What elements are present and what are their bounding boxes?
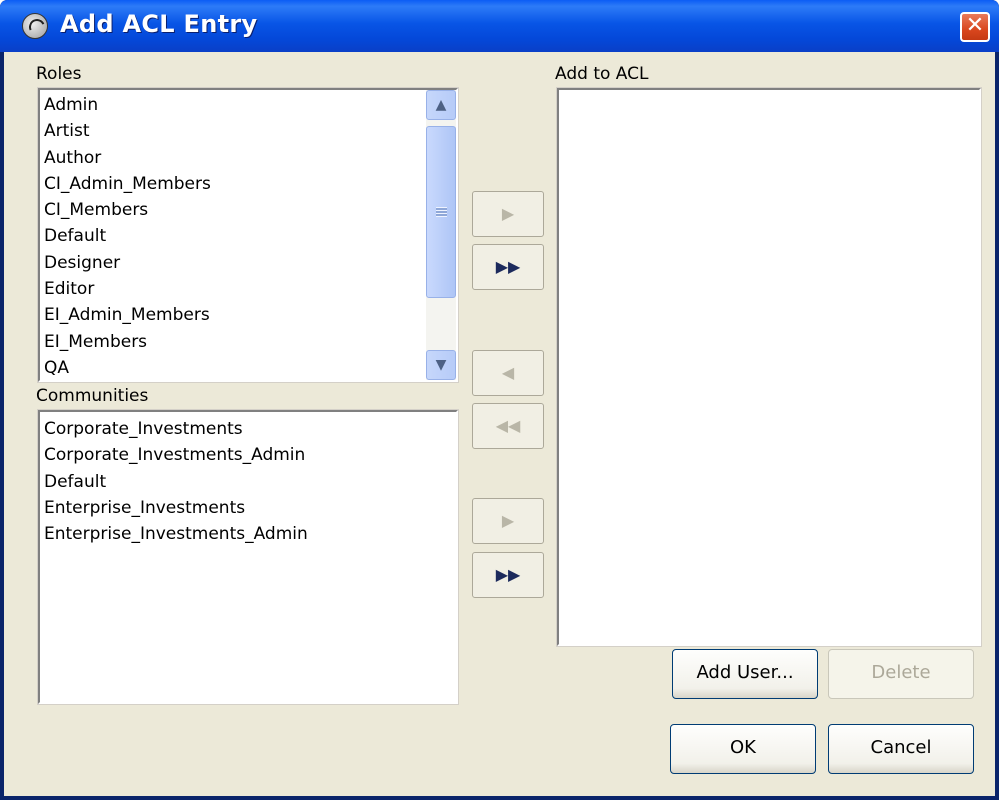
acl-listbox[interactable] bbox=[556, 87, 982, 647]
add-user-button[interactable]: Add User... bbox=[672, 649, 818, 699]
role-list-item[interactable]: Admin bbox=[40, 92, 428, 118]
title-bar[interactable]: Add ACL Entry ✕ bbox=[0, 0, 999, 52]
acl-label: Add to ACL bbox=[555, 64, 649, 84]
communities-label: Communities bbox=[36, 386, 149, 406]
ok-button[interactable]: OK bbox=[670, 724, 816, 774]
community-list-item[interactable]: Enterprise_Investments_Admin bbox=[40, 521, 450, 547]
role-list-item[interactable]: Designer bbox=[40, 250, 428, 276]
role-list-item[interactable]: EI_Members bbox=[40, 329, 428, 355]
role-list-item[interactable]: Artist bbox=[40, 118, 428, 144]
role-list-item[interactable]: Editor bbox=[40, 276, 428, 302]
community-list-item[interactable]: Corporate_Investments bbox=[40, 416, 450, 442]
role-list-item[interactable]: Default bbox=[40, 223, 428, 249]
role-list-item[interactable]: QA bbox=[40, 355, 428, 381]
scroll-thumb[interactable] bbox=[426, 126, 456, 298]
add-acl-entry-dialog: Add ACL Entry ✕ Roles Admin Artist Author C… bbox=[0, 0, 999, 800]
role-list-item[interactable]: EI_Admin_Members bbox=[40, 302, 428, 328]
close-button[interactable]: ✕ bbox=[960, 12, 990, 42]
roles-scrollbar[interactable]: ▲ ▼ bbox=[426, 90, 456, 380]
dialog-body: Roles Admin Artist Author CI_Admin_Members C… bbox=[4, 52, 995, 796]
community-list-item[interactable]: Enterprise_Investments bbox=[40, 495, 450, 521]
remove-all-button[interactable]: ◀◀ bbox=[472, 403, 544, 449]
remove-button[interactable]: ◀ bbox=[472, 350, 544, 396]
scroll-down-button[interactable]: ▼ bbox=[426, 350, 456, 380]
role-list-item[interactable]: Author bbox=[40, 145, 428, 171]
community-list-item[interactable]: Default bbox=[40, 469, 450, 495]
roles-label: Roles bbox=[36, 64, 82, 84]
add-community-button[interactable]: ▶ bbox=[472, 498, 544, 544]
roles-listbox[interactable]: Admin Artist Author CI_Admin_Members CI_Memb… bbox=[37, 87, 459, 383]
role-list-item[interactable]: CI_Admin_Members bbox=[40, 171, 428, 197]
add-role-button[interactable]: ▶ bbox=[472, 191, 544, 237]
community-list-item[interactable]: Corporate_Investments_Admin bbox=[40, 442, 450, 468]
app-logo-icon bbox=[22, 13, 48, 39]
window-title: Add ACL Entry bbox=[60, 10, 258, 38]
scroll-up-button[interactable]: ▲ bbox=[426, 90, 456, 120]
role-list-item[interactable]: CI_Members bbox=[40, 197, 428, 223]
scroll-grip-icon bbox=[436, 207, 447, 217]
roles-list: Admin Artist Author CI_Admin_Members CI_Memb… bbox=[40, 92, 428, 381]
add-all-communities-button[interactable]: ▶▶ bbox=[472, 552, 544, 598]
add-all-roles-button[interactable]: ▶▶ bbox=[472, 244, 544, 290]
delete-button[interactable]: Delete bbox=[828, 649, 974, 699]
communities-list: Corporate_Investments Corporate_Investmen… bbox=[40, 416, 450, 547]
communities-listbox[interactable]: Corporate_Investments Corporate_Investmen… bbox=[37, 409, 459, 705]
cancel-button[interactable]: Cancel bbox=[828, 724, 974, 774]
